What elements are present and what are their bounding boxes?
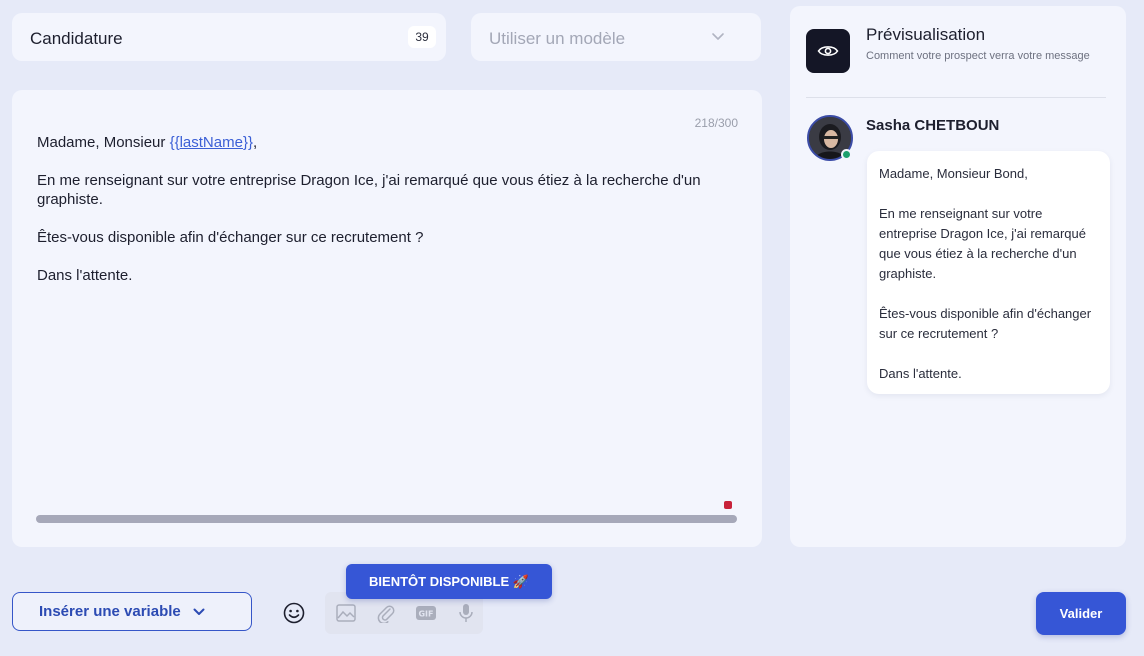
template-select[interactable]: Utiliser un modèle — [471, 13, 761, 61]
message-paragraph: En me renseignant sur votre entreprise D… — [37, 172, 701, 208]
message-title-value: Candidature — [30, 29, 123, 48]
sender-name: Sasha CHETBOUN — [866, 117, 1000, 134]
recording-indicator — [724, 501, 732, 509]
paperclip-icon — [377, 605, 395, 623]
coming-soon-badge: BIENTÔT DISPONIBLE 🚀 — [346, 564, 552, 599]
online-status-dot — [841, 149, 852, 160]
template-select-placeholder: Utiliser un modèle — [489, 29, 626, 48]
variable-last-name[interactable]: {{lastName}} — [170, 134, 253, 151]
chevron-down-icon — [712, 33, 724, 40]
validate-button[interactable]: Valider — [1036, 592, 1126, 635]
preview-paragraph: Dans l'attente. — [879, 366, 962, 381]
preview-subtitle: Comment votre prospect verra votre messa… — [866, 50, 1090, 62]
message-char-counter: 218/300 — [694, 116, 738, 130]
image-icon — [336, 604, 356, 622]
preview-divider — [806, 97, 1106, 98]
svg-text:GIF: GIF — [418, 610, 433, 619]
preview-paragraph: En me renseignant sur votre entreprise D… — [879, 206, 1086, 281]
title-char-count-badge: 39 — [408, 26, 436, 48]
preview-paragraph: Êtes-vous disponible afin d'échanger sur… — [879, 306, 1092, 341]
message-paragraph: Êtes-vous disponible afin d'échanger sur… — [37, 229, 424, 246]
preview-paragraph: Madame, Monsieur Bond, — [879, 166, 1028, 181]
insert-variable-label: Insérer une variable — [39, 603, 181, 620]
insert-variable-button[interactable]: Insérer une variable — [12, 592, 252, 631]
chevron-down-icon — [193, 608, 205, 615]
microphone-icon — [459, 604, 473, 622]
gif-icon: GIF — [416, 606, 436, 620]
editor-scrollbar[interactable] — [36, 515, 737, 523]
message-body[interactable]: Madame, Monsieur {{lastName}}, En me ren… — [37, 133, 727, 304]
message-title-field[interactable]: Candidature 39 — [12, 13, 446, 61]
smiley-icon[interactable] — [281, 600, 307, 626]
preview-message-bubble: Madame, Monsieur Bond, En me renseignant… — [867, 151, 1110, 394]
eye-icon — [817, 46, 839, 56]
preview-icon-box — [806, 29, 850, 73]
message-editor[interactable]: 218/300 Madame, Monsieur {{lastName}}, E… — [12, 90, 762, 547]
preview-title: Prévisualisation — [866, 25, 986, 44]
message-line-greeting: Madame, Monsieur {{lastName}}, — [37, 134, 258, 151]
preview-panel: Prévisualisation Comment votre prospect … — [790, 6, 1126, 547]
message-paragraph: Dans l'attente. — [37, 267, 133, 284]
